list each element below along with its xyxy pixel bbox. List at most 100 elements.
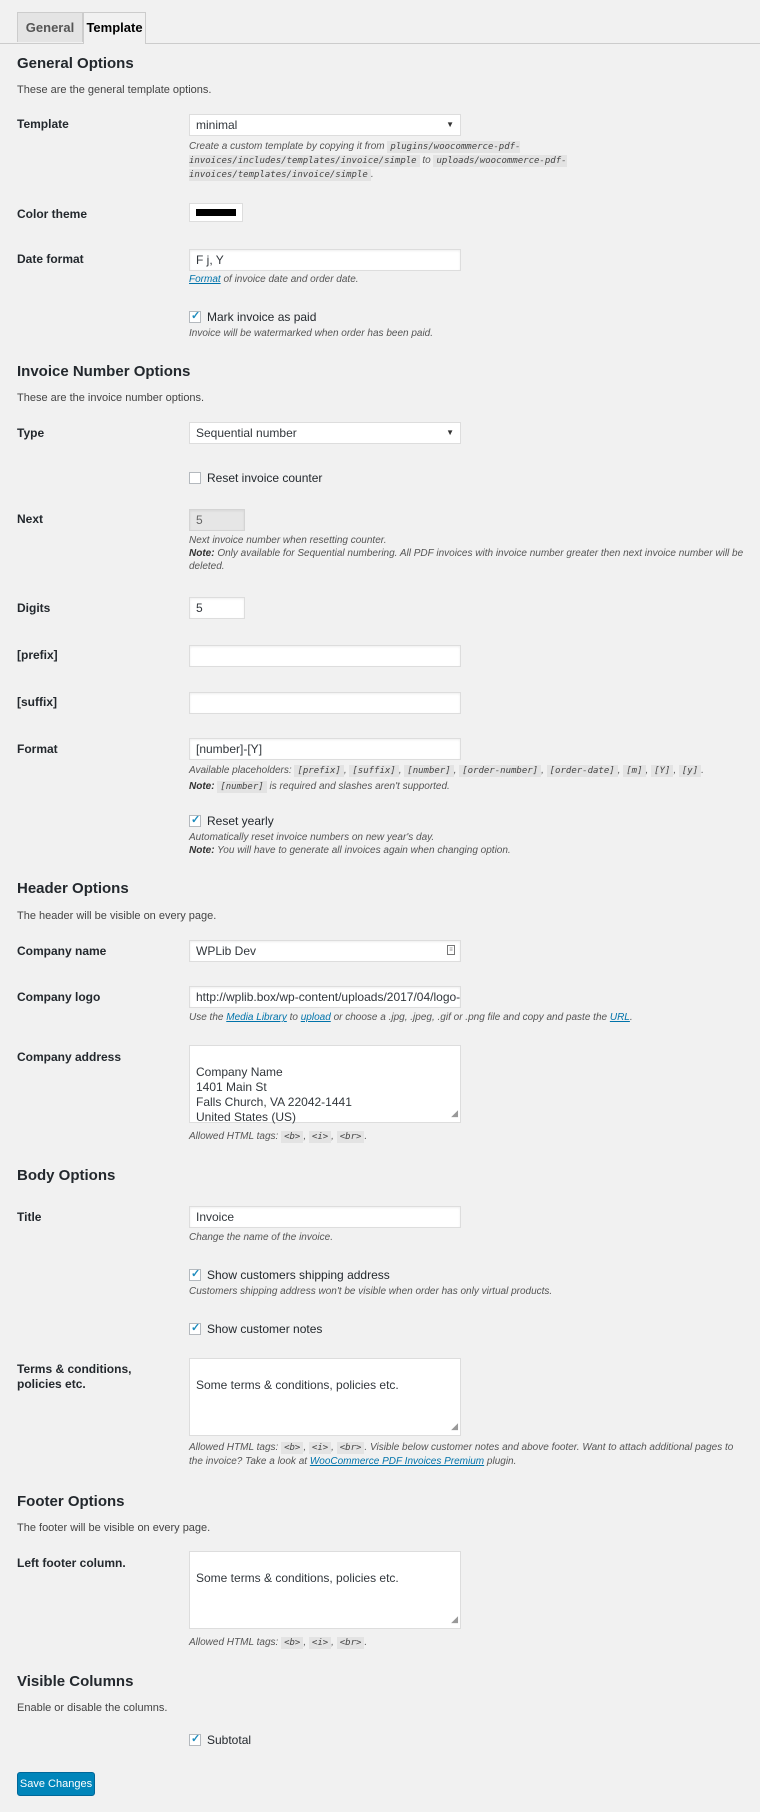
left-footer-value: Some terms & conditions, policies etc. xyxy=(196,1571,399,1585)
title-hint: Change the name of the invoice. xyxy=(189,1232,333,1243)
title-label: Title xyxy=(17,1210,42,1224)
placeholder-code: [number] xyxy=(217,781,267,793)
checkmark-icon: ✓ xyxy=(191,310,201,322)
digits-label: Digits xyxy=(17,601,51,615)
left-footer-label: Left footer column. xyxy=(17,1556,126,1570)
suffix-input[interactable] xyxy=(189,692,461,714)
placeholder-code: [order-number] xyxy=(459,765,542,777)
chevron-down-icon: ▼ xyxy=(446,428,454,437)
terms-hint: Allowed HTML tags: <b>, <i>, <br>. Visib… xyxy=(189,1442,734,1467)
html-tag-code: <i> xyxy=(308,1637,332,1649)
resize-handle-icon[interactable]: ◢ xyxy=(451,1612,458,1627)
template-label: Template xyxy=(17,117,69,131)
tab-general-label: General xyxy=(25,20,75,35)
format-hint: Available placeholders: [prefix], [suffi… xyxy=(189,765,704,793)
format-input[interactable]: [number]-[Y] xyxy=(189,738,461,760)
checkbox-box[interactable]: ✓ xyxy=(189,1733,201,1746)
company-logo-label: Company logo xyxy=(17,990,101,1004)
next-hint: Next invoice number when resetting count… xyxy=(189,535,744,572)
company-address-textarea[interactable]: Company Name 1401 Main St Falls Church, … xyxy=(189,1045,461,1124)
mark-paid-checkbox[interactable]: ✓ Mark invoice as paid xyxy=(189,310,316,324)
checkbox-box[interactable]: ✓ xyxy=(189,1268,201,1281)
reset-yearly-checkbox[interactable]: ✓ Reset yearly xyxy=(189,814,274,828)
reset-counter-label: Reset invoice counter xyxy=(207,471,323,485)
general-options-heading: General Options xyxy=(17,55,134,72)
chevron-down-icon: ▼ xyxy=(446,120,454,129)
html-tag-code: <i> xyxy=(308,1131,332,1143)
checkbox-box[interactable] xyxy=(189,472,201,484)
html-tag-code: <br> xyxy=(336,1131,365,1143)
premium-plugin-link[interactable]: WooCommerce PDF Invoices Premium xyxy=(310,1456,484,1467)
footer-options-desc: The footer will be visible on every page… xyxy=(17,1522,211,1534)
password-manager-icon[interactable]: ≡ xyxy=(447,945,455,955)
html-tag-code: <br> xyxy=(336,1442,365,1454)
checkbox-box[interactable]: ✓ xyxy=(189,1322,201,1335)
reset-counter-checkbox[interactable]: Reset invoice counter xyxy=(189,471,322,485)
company-name-value: WPLib Dev xyxy=(196,944,257,958)
format-link[interactable]: Format xyxy=(189,274,221,285)
show-notes-checkbox[interactable]: ✓ Show customer notes xyxy=(189,1322,322,1336)
show-shipping-label: Show customers shipping address xyxy=(207,1268,390,1282)
terms-label: Terms & conditions, policies etc. xyxy=(17,1362,132,1391)
resize-handle-icon[interactable]: ◢ xyxy=(451,1419,458,1434)
type-label: Type xyxy=(17,426,45,440)
left-footer-textarea[interactable]: Some terms & conditions, policies etc. ◢ xyxy=(189,1551,461,1629)
checkmark-icon: ✓ xyxy=(191,814,201,826)
html-tag-code: <b> xyxy=(281,1131,304,1143)
show-notes-label: Show customer notes xyxy=(207,1322,323,1336)
title-input[interactable]: Invoice xyxy=(189,1206,461,1228)
format-label: Format xyxy=(17,742,58,756)
placeholder-code: [y] xyxy=(678,765,702,777)
html-tag-code: <b> xyxy=(281,1637,304,1649)
company-address-hint: Allowed HTML tags: <b>, <i>, <br>. xyxy=(189,1131,368,1143)
subtotal-label: Subtotal xyxy=(207,1733,252,1747)
visible-columns-heading: Visible Columns xyxy=(17,1673,134,1690)
left-footer-hint: Allowed HTML tags: <b>, <i>, <br>. xyxy=(189,1637,368,1649)
placeholder-code: [Y] xyxy=(651,765,674,777)
resize-handle-icon[interactable]: ◢ xyxy=(451,1106,458,1121)
header-options-heading: Header Options xyxy=(17,880,129,897)
nav-tabs: General Template xyxy=(0,0,760,44)
prefix-input[interactable] xyxy=(189,645,461,667)
tab-template[interactable]: Template xyxy=(83,12,146,44)
color-theme-label: Color theme xyxy=(17,207,88,221)
company-name-input[interactable]: WPLib Dev ≡ xyxy=(189,940,461,962)
html-tag-code: <i> xyxy=(308,1442,332,1454)
subtotal-checkbox[interactable]: ✓ Subtotal xyxy=(189,1733,251,1747)
visible-columns-desc: Enable or disable the columns. xyxy=(17,1702,168,1714)
invoice-number-desc: These are the invoice number options. xyxy=(17,392,205,404)
template-select[interactable]: minimal ▼ xyxy=(189,114,461,136)
reset-yearly-label: Reset yearly xyxy=(207,814,274,828)
company-name-label: Company name xyxy=(17,944,107,958)
type-select[interactable]: Sequential number ▼ xyxy=(189,422,461,444)
company-logo-hint: Use the Media Library to upload or choos… xyxy=(189,1012,633,1023)
general-options-desc: These are the general template options. xyxy=(17,84,212,96)
placeholder-code: [number] xyxy=(404,765,454,777)
date-format-input[interactable]: F j, Y xyxy=(189,249,461,271)
body-options-heading: Body Options xyxy=(17,1167,116,1184)
checkmark-icon: ✓ xyxy=(191,1733,201,1745)
checkbox-box[interactable]: ✓ xyxy=(189,310,201,323)
placeholder-code: [prefix] xyxy=(294,765,344,777)
show-shipping-checkbox[interactable]: ✓ Show customers shipping address xyxy=(189,1268,390,1282)
template-select-value: minimal xyxy=(196,118,238,132)
checkbox-box[interactable]: ✓ xyxy=(189,814,201,827)
next-label: Next xyxy=(17,512,44,526)
company-logo-input[interactable]: http://wplib.box/wp-content/uploads/2017… xyxy=(189,986,461,1008)
upload-link[interactable]: upload xyxy=(301,1012,331,1023)
color-theme-picker[interactable] xyxy=(189,203,243,222)
html-tag-code: <br> xyxy=(336,1637,365,1649)
media-library-link[interactable]: Media Library xyxy=(226,1012,287,1023)
digits-input[interactable]: 5 xyxy=(189,597,245,619)
url-link[interactable]: URL xyxy=(610,1012,630,1023)
save-changes-button[interactable]: Save Changes xyxy=(17,1772,95,1796)
tab-general[interactable]: General xyxy=(17,12,83,42)
invoice-number-heading: Invoice Number Options xyxy=(17,363,191,380)
checkmark-icon: ✓ xyxy=(191,1322,201,1334)
terms-value: Some terms & conditions, policies etc. xyxy=(196,1378,399,1392)
company-address-value: Company Name 1401 Main St Falls Church, … xyxy=(196,1065,352,1124)
date-format-hint: Format of invoice date and order date. xyxy=(189,274,359,285)
mark-paid-hint: Invoice will be watermarked when order h… xyxy=(189,328,434,339)
reset-yearly-hint: Automatically reset invoice numbers on n… xyxy=(189,832,511,856)
terms-textarea[interactable]: Some terms & conditions, policies etc. ◢ xyxy=(189,1358,461,1436)
